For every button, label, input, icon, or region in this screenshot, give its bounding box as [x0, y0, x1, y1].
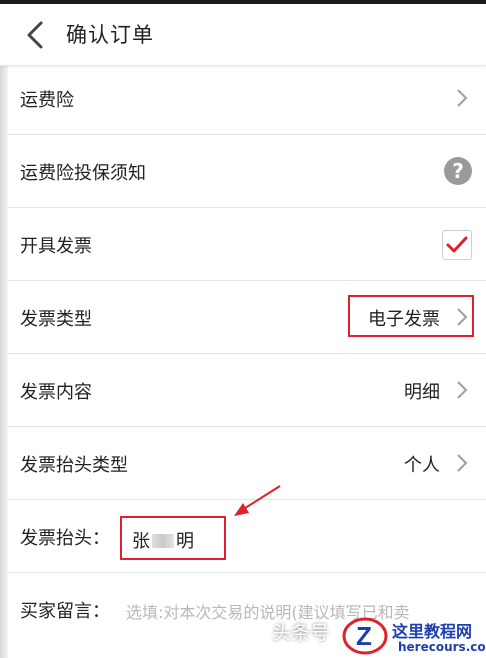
svg-text:Z: Z — [356, 621, 372, 651]
watermark-site-en: herecours.com — [398, 640, 486, 654]
site-logo-icon: Z — [342, 617, 388, 655]
annotation-arrow — [234, 485, 281, 516]
watermark-source: 头条号 — [272, 622, 330, 644]
watermark-site-cn: 这里教程网 — [392, 622, 473, 641]
